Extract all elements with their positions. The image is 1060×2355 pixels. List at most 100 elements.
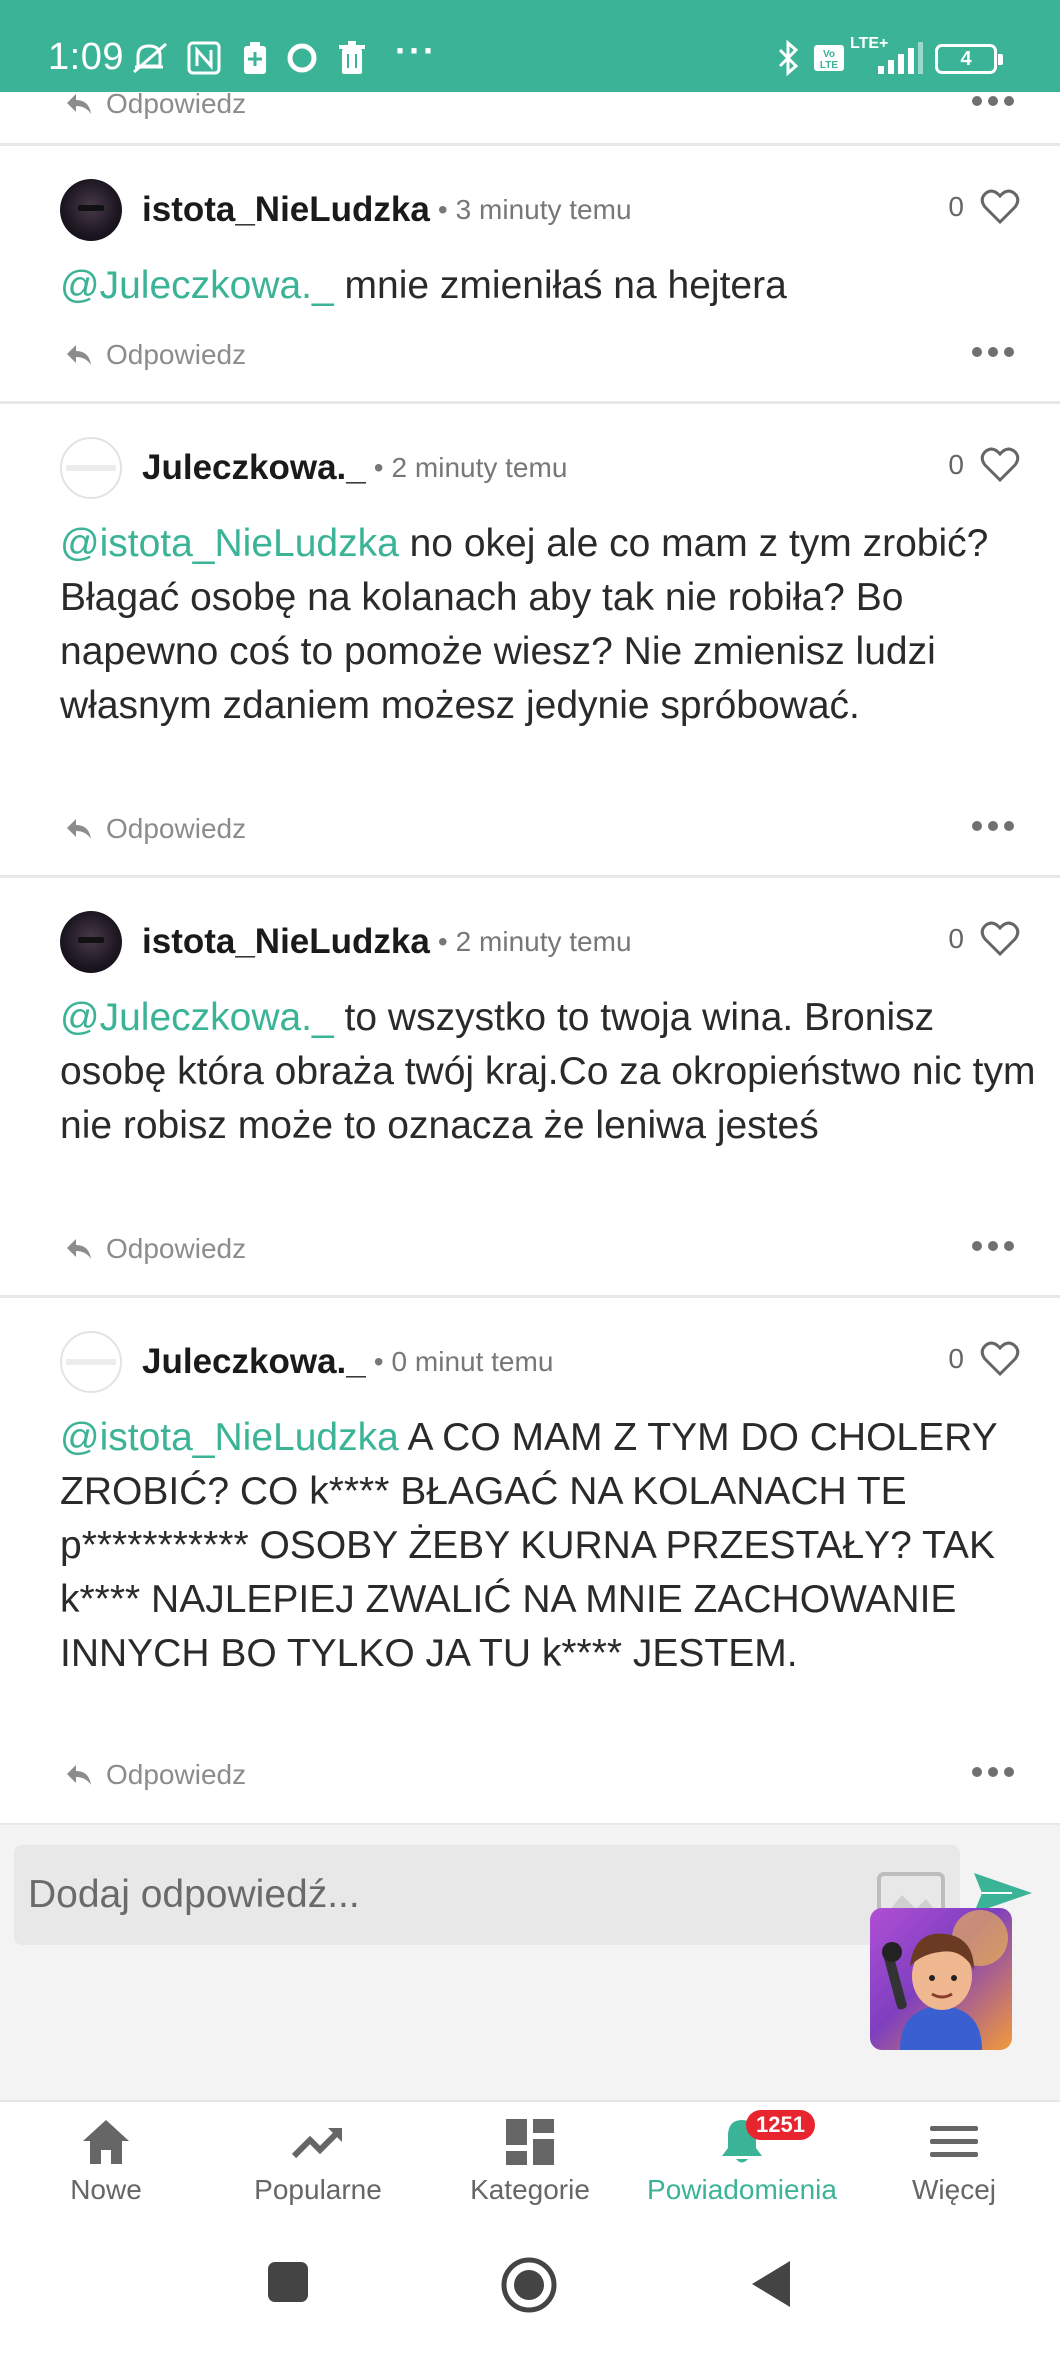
comment-username[interactable]: Juleczkowa._ bbox=[142, 448, 366, 488]
comment-mention[interactable]: @Juleczkowa._ bbox=[60, 264, 334, 307]
mascot-avatar-button[interactable] bbox=[870, 1908, 1012, 2050]
avatar[interactable] bbox=[60, 911, 122, 973]
reply-button[interactable]: Odpowiedz bbox=[64, 1233, 246, 1265]
comment-time: 0 minut temu bbox=[391, 1346, 554, 1377]
like-count: 0 bbox=[948, 449, 964, 480]
nav-item-nowe[interactable]: Nowe bbox=[0, 2102, 212, 2230]
reply-button[interactable]: Odpowiedz bbox=[64, 339, 246, 371]
more-options-icon[interactable] bbox=[972, 1241, 1014, 1253]
nav-label: Kategorie bbox=[470, 2174, 590, 2205]
avatar[interactable] bbox=[60, 437, 122, 499]
home-circle-icon[interactable] bbox=[500, 2256, 558, 2319]
more-notifications-icon: ··· bbox=[395, 30, 437, 71]
comment-header: istota_NieLudzka • 2 minuty temu bbox=[60, 911, 632, 973]
svg-text:Vo: Vo bbox=[823, 49, 835, 60]
mute-icon bbox=[128, 40, 172, 76]
like-area[interactable]: 0 bbox=[948, 447, 1020, 483]
reply-label: Odpowiedz bbox=[106, 339, 247, 370]
signal-icon bbox=[876, 40, 924, 76]
nav-label: Popularne bbox=[254, 2174, 382, 2205]
bottom-navigation: Nowe Popularne Kategorie 1251 Powiadomie… bbox=[0, 2100, 1060, 2230]
grid-icon bbox=[506, 2119, 554, 2165]
back-icon[interactable] bbox=[748, 2258, 794, 2315]
volte-icon: Vo LTE bbox=[812, 40, 846, 76]
reply-arrow-icon bbox=[67, 345, 91, 365]
comment-text: @istota_NieLudzka A CO MAM Z TYM DO CHOL… bbox=[60, 1411, 1040, 1681]
comment-text: @istota_NieLudzka no okej ale co mam z t… bbox=[60, 517, 1040, 733]
comment-time: 2 minuty temu bbox=[391, 452, 568, 483]
menu-icon bbox=[930, 2126, 978, 2157]
reply-arrow-icon bbox=[67, 94, 91, 114]
nav-item-wiecej[interactable]: Więcej bbox=[848, 2102, 1060, 2230]
reply-arrow-icon bbox=[67, 819, 91, 839]
notification-badge: 1251 bbox=[746, 2110, 815, 2140]
comment-header: istota_NieLudzka • 3 minuty temu bbox=[60, 179, 632, 241]
comment-item: Juleczkowa._ • 0 minut temu 0 @istota_Ni… bbox=[0, 1301, 1060, 1826]
comment-mention[interactable]: @Juleczkowa._ bbox=[60, 996, 334, 1039]
heart-icon[interactable] bbox=[980, 1341, 1020, 1377]
comment-item: istota_NieLudzka • 3 minuty temu 0 @Jule… bbox=[0, 149, 1060, 404]
reply-input[interactable] bbox=[14, 1845, 960, 1945]
like-count: 0 bbox=[948, 923, 964, 954]
reply-button[interactable]: Odpowiedz bbox=[64, 813, 246, 845]
comment-text: @Juleczkowa._ to wszystko to twoja wina.… bbox=[60, 991, 1040, 1153]
like-area[interactable]: 0 bbox=[948, 1341, 1020, 1377]
reply-label: Odpowiedz bbox=[106, 813, 247, 844]
comment-username[interactable]: Juleczkowa._ bbox=[142, 1342, 366, 1382]
more-options-icon[interactable] bbox=[972, 1767, 1014, 1779]
nfc-icon bbox=[186, 40, 222, 76]
nav-item-popularne[interactable]: Popularne bbox=[212, 2102, 424, 2230]
comment-text: @Juleczkowa._ mnie zmieniłaś na hejtera bbox=[60, 259, 1040, 313]
reply-label: Odpowiedz bbox=[106, 92, 247, 119]
more-options-icon[interactable] bbox=[972, 821, 1014, 833]
comment-separator: • bbox=[373, 452, 384, 483]
partial-comment: Odpowiedz bbox=[0, 92, 1060, 146]
like-area[interactable]: 0 bbox=[948, 189, 1020, 225]
bluetooth-icon bbox=[774, 40, 802, 76]
status-time: 1:09 bbox=[48, 36, 124, 78]
comment-header: Juleczkowa._ • 2 minuty temu bbox=[60, 437, 567, 499]
reply-button[interactable]: Odpowiedz bbox=[64, 1759, 246, 1791]
heart-icon[interactable] bbox=[980, 921, 1020, 957]
comment-content: mnie zmieniłaś na hejtera bbox=[333, 264, 787, 307]
nav-item-powiadomienia[interactable]: 1251 Powiadomienia bbox=[636, 2102, 848, 2230]
like-count: 0 bbox=[948, 191, 964, 222]
trending-icon bbox=[291, 2128, 342, 2159]
comment-mention[interactable]: @istota_NieLudzka bbox=[60, 522, 399, 565]
circle-icon bbox=[284, 40, 320, 76]
battery-saver-icon bbox=[240, 40, 270, 76]
battery-icon: 4 bbox=[935, 44, 1003, 74]
comment-time: 3 minuty temu bbox=[455, 194, 632, 225]
trash-icon bbox=[336, 40, 368, 76]
like-area[interactable]: 0 bbox=[948, 921, 1020, 957]
comment-username[interactable]: istota_NieLudzka bbox=[142, 922, 430, 962]
more-options-icon[interactable] bbox=[972, 347, 1014, 359]
comment-separator: • bbox=[373, 1346, 384, 1377]
comment-separator: • bbox=[437, 194, 448, 225]
svg-text:LTE: LTE bbox=[820, 60, 838, 71]
heart-icon[interactable] bbox=[980, 447, 1020, 483]
reply-label: Odpowiedz bbox=[106, 1233, 247, 1264]
nav-label: Nowe bbox=[70, 2174, 142, 2205]
reply-arrow-icon bbox=[67, 1239, 91, 1259]
reply-label: Odpowiedz bbox=[106, 1759, 247, 1790]
more-options-icon[interactable] bbox=[972, 96, 1014, 108]
reply-button[interactable]: Odpowiedz bbox=[64, 92, 246, 120]
comment-header: Juleczkowa._ • 0 minut temu bbox=[60, 1331, 553, 1393]
comment-mention[interactable]: @istota_NieLudzka bbox=[60, 1416, 399, 1459]
recents-icon[interactable] bbox=[266, 2260, 310, 2309]
comment-item: Juleczkowa._ • 2 minuty temu 0 @istota_N… bbox=[0, 407, 1060, 878]
nav-item-kategorie[interactable]: Kategorie bbox=[424, 2102, 636, 2230]
comment-item: istota_NieLudzka • 2 minuty temu 0 @Jule… bbox=[0, 881, 1060, 1298]
avatar[interactable] bbox=[60, 1331, 122, 1393]
status-bar: 1:09 ··· Vo LTE LTE+ 4 bbox=[0, 0, 1060, 92]
comment-time: 2 minuty temu bbox=[455, 926, 632, 957]
reply-arrow-icon bbox=[67, 1765, 91, 1785]
heart-icon[interactable] bbox=[980, 189, 1020, 225]
system-navigation-bar bbox=[0, 2230, 1060, 2355]
comment-username[interactable]: istota_NieLudzka bbox=[142, 190, 430, 230]
avatar[interactable] bbox=[60, 179, 122, 241]
comment-separator: • bbox=[437, 926, 448, 957]
nav-label: Więcej bbox=[911, 2174, 996, 2205]
like-count: 0 bbox=[948, 1343, 964, 1374]
